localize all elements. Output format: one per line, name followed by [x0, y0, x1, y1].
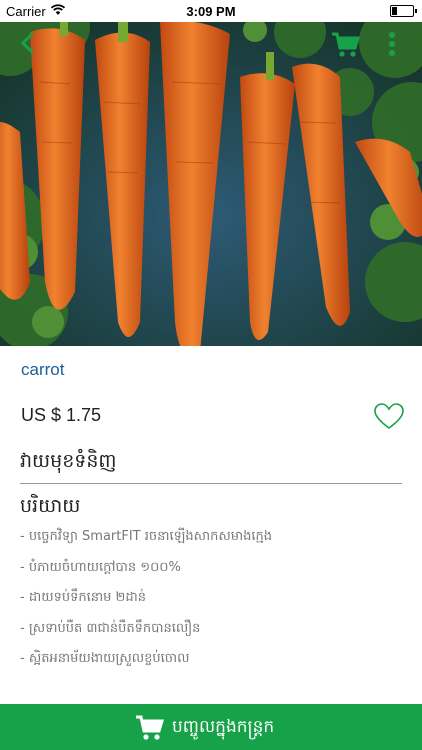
back-chevron-left-icon[interactable]: [16, 30, 42, 56]
product-name: carrot: [21, 360, 65, 379]
divider: [20, 483, 402, 484]
add-to-cart-button[interactable]: បញ្ចូលក្នុងកន្ត្រក: [0, 704, 422, 750]
cart-icon: [136, 715, 164, 740]
description-title: បរិយាយ: [20, 495, 81, 517]
more-icon[interactable]: [382, 30, 402, 58]
description-list: - បច្ចេកវិទ្យា SmartFIT រចនាឡើងសាកសមាងក្…: [20, 528, 410, 681]
description-item: - បំភាយចំហាយក្ដៅបាន ១០០%: [20, 559, 181, 575]
description-item: - ដាយទប់ទឹកនោម ២ដាន់: [20, 590, 146, 605]
heart-icon[interactable]: [374, 403, 404, 431]
description-item: - ស្អិតអនាម័យងាយស្រួលខ្ចប់ចោល: [20, 651, 190, 666]
product-image: [0, 22, 422, 346]
add-to-cart-label: បញ្ចូលក្នុងកន្ត្រក: [172, 717, 275, 737]
description-item: - ស្រទាប់បឺត ៣ជាន់បឺតទឹកបានលឿន: [20, 620, 201, 636]
cart-icon[interactable]: [330, 30, 360, 58]
description-item: - បច្ចេកវិទ្យា SmartFIT រចនាឡើងសាកសមាងក្…: [20, 529, 273, 544]
review-product-link[interactable]: វាយមុខទំនិញ: [20, 449, 116, 477]
product-price: US $ 1.75: [21, 405, 102, 425]
battery-icon: [390, 5, 417, 17]
status-bar: Carrier 3:09 PM: [0, 0, 422, 22]
clock: 3:09 PM: [186, 4, 236, 19]
